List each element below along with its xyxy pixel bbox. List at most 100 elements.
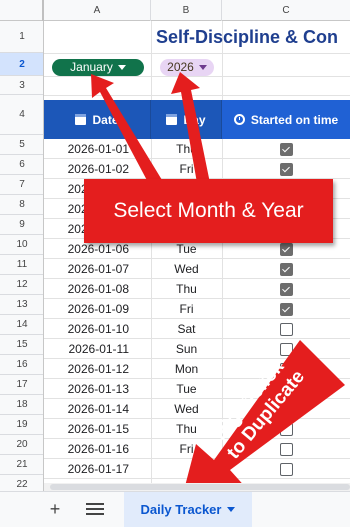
date-cell[interactable]: 2026-01-07 <box>44 259 151 279</box>
started-cell <box>222 299 350 319</box>
date-cell[interactable]: 2026-01-10 <box>44 319 151 339</box>
table-row: 2026-01-15 Thu <box>44 419 350 439</box>
row-header[interactable]: 2 <box>0 53 43 76</box>
day-cell[interactable]: Tue <box>151 379 222 399</box>
row-header[interactable]: 3 <box>0 76 43 95</box>
date-cell[interactable]: 2026-01-14 <box>44 399 151 419</box>
date-cell[interactable]: 2026-01-12 <box>44 359 151 379</box>
started-cell <box>222 279 350 299</box>
table-row: 2026-01-07 Wed <box>44 259 350 279</box>
month-dropdown[interactable]: January <box>52 59 144 76</box>
row-header[interactable]: 9 <box>0 215 43 235</box>
row-header[interactable]: 18 <box>0 395 43 415</box>
table-row: 2026-01-01 Thu <box>44 139 350 159</box>
day-cell[interactable]: Thu <box>151 279 222 299</box>
checkbox[interactable] <box>279 302 293 316</box>
checkbox[interactable] <box>279 242 293 256</box>
row-header[interactable]: 4 <box>0 95 43 135</box>
checkbox[interactable] <box>279 442 293 456</box>
column-header-b[interactable]: B <box>151 0 222 21</box>
date-cell[interactable]: 2026-01-17 <box>44 459 151 479</box>
row-header[interactable]: 13 <box>0 295 43 315</box>
started-cell <box>222 259 350 279</box>
chevron-down-icon <box>117 65 126 70</box>
table-row: 2026-01-10 Sat <box>44 319 350 339</box>
date-cell[interactable]: 2026-01-13 <box>44 379 151 399</box>
sheet-tab-label: Daily Tracker <box>140 502 222 517</box>
day-cell[interactable]: Mon <box>151 359 222 379</box>
date-cell[interactable]: 2026-01-08 <box>44 279 151 299</box>
table-row: 2026-01-02 Fri <box>44 159 350 179</box>
row-header[interactable]: 11 <box>0 255 43 275</box>
row-header[interactable]: 6 <box>0 155 43 175</box>
row-header[interactable]: 20 <box>0 435 43 455</box>
checkbox[interactable] <box>279 422 293 436</box>
scrollbar-thumb[interactable] <box>50 484 350 490</box>
select-month-year-callout: Select Month & Year <box>84 179 333 243</box>
sheet-grid[interactable]: Self-Discipline & Con January 2026 Date … <box>44 21 350 491</box>
date-cell[interactable]: 2026-01-01 <box>44 139 151 159</box>
started-cell <box>222 319 350 339</box>
started-column-header[interactable]: Started on time <box>222 100 350 139</box>
sheet-tab-daily-tracker[interactable]: Daily Tracker <box>124 492 252 527</box>
row-header-bar: 1 2 3 4 5 6 7 8 9 10 11 12 13 14 15 16 17 18 19 20 21 22 <box>0 21 44 491</box>
started-cell <box>222 139 350 159</box>
table-row: 2026-01-14 Wed <box>44 399 350 419</box>
day-cell[interactable]: Thu <box>151 139 222 159</box>
row-header[interactable]: 5 <box>0 135 43 155</box>
row-header[interactable]: 15 <box>0 335 43 355</box>
checkbox[interactable] <box>279 162 293 176</box>
chevron-down-icon[interactable] <box>227 507 236 512</box>
day-cell[interactable]: Sat <box>151 319 222 339</box>
row-header[interactable]: 1 <box>0 21 43 53</box>
row-header[interactable]: 12 <box>0 275 43 295</box>
stopwatch-icon <box>233 114 245 125</box>
row-header[interactable]: 22 <box>0 475 43 491</box>
column-header-a[interactable]: A <box>44 0 151 21</box>
month-value: January <box>70 60 113 74</box>
started-cell <box>222 159 350 179</box>
date-header-label: Date <box>92 112 119 127</box>
table-header: Date Day Started on time <box>44 100 350 139</box>
day-column-header[interactable]: Day <box>151 100 222 139</box>
row-header[interactable]: 7 <box>0 175 43 195</box>
calendar-icon <box>166 114 178 125</box>
date-cell[interactable]: 2026-01-02 <box>44 159 151 179</box>
date-cell[interactable]: 2026-01-15 <box>44 419 151 439</box>
row-header[interactable]: 17 <box>0 375 43 395</box>
day-cell[interactable]: Wed <box>151 399 222 419</box>
row-header[interactable]: 14 <box>0 315 43 335</box>
day-cell[interactable]: Fri <box>151 159 222 179</box>
all-sheets-menu-icon[interactable] <box>86 500 104 518</box>
date-cell[interactable]: 2026-01-11 <box>44 339 151 359</box>
sheet-title: Self-Discipline & Con <box>156 27 339 47</box>
day-header-label: Day <box>183 112 206 127</box>
column-header-bar: A B C <box>0 0 350 21</box>
row-header[interactable]: 16 <box>0 355 43 375</box>
date-cell[interactable]: 2026-01-16 <box>44 439 151 459</box>
table-row: 2026-01-08 Thu <box>44 279 350 299</box>
column-header-c[interactable]: C <box>222 0 350 21</box>
checkbox[interactable] <box>279 462 293 476</box>
row-header[interactable]: 21 <box>0 455 43 475</box>
checkbox[interactable] <box>279 142 293 156</box>
checkbox[interactable] <box>279 262 293 276</box>
date-column-header[interactable]: Date <box>44 100 151 139</box>
sheet-tab-bar: + Daily Tracker <box>0 491 350 527</box>
select-all-corner[interactable] <box>0 0 44 21</box>
table-row: 2026-01-09 Fri <box>44 299 350 319</box>
row-header[interactable]: 10 <box>0 235 43 255</box>
horizontal-scrollbar[interactable] <box>44 483 350 491</box>
chevron-down-icon <box>198 65 207 70</box>
calendar-icon <box>75 114 87 125</box>
row-header[interactable]: 19 <box>0 415 43 435</box>
checkbox[interactable] <box>279 282 293 296</box>
day-cell[interactable]: Sun <box>151 339 222 359</box>
day-cell[interactable]: Fri <box>151 299 222 319</box>
started-header-label: Started on time <box>250 112 339 127</box>
date-cell[interactable]: 2026-01-09 <box>44 299 151 319</box>
day-cell[interactable]: Wed <box>151 259 222 279</box>
year-dropdown[interactable]: 2026 <box>160 59 214 76</box>
add-sheet-icon[interactable]: + <box>46 500 64 518</box>
row-header[interactable]: 8 <box>0 195 43 215</box>
